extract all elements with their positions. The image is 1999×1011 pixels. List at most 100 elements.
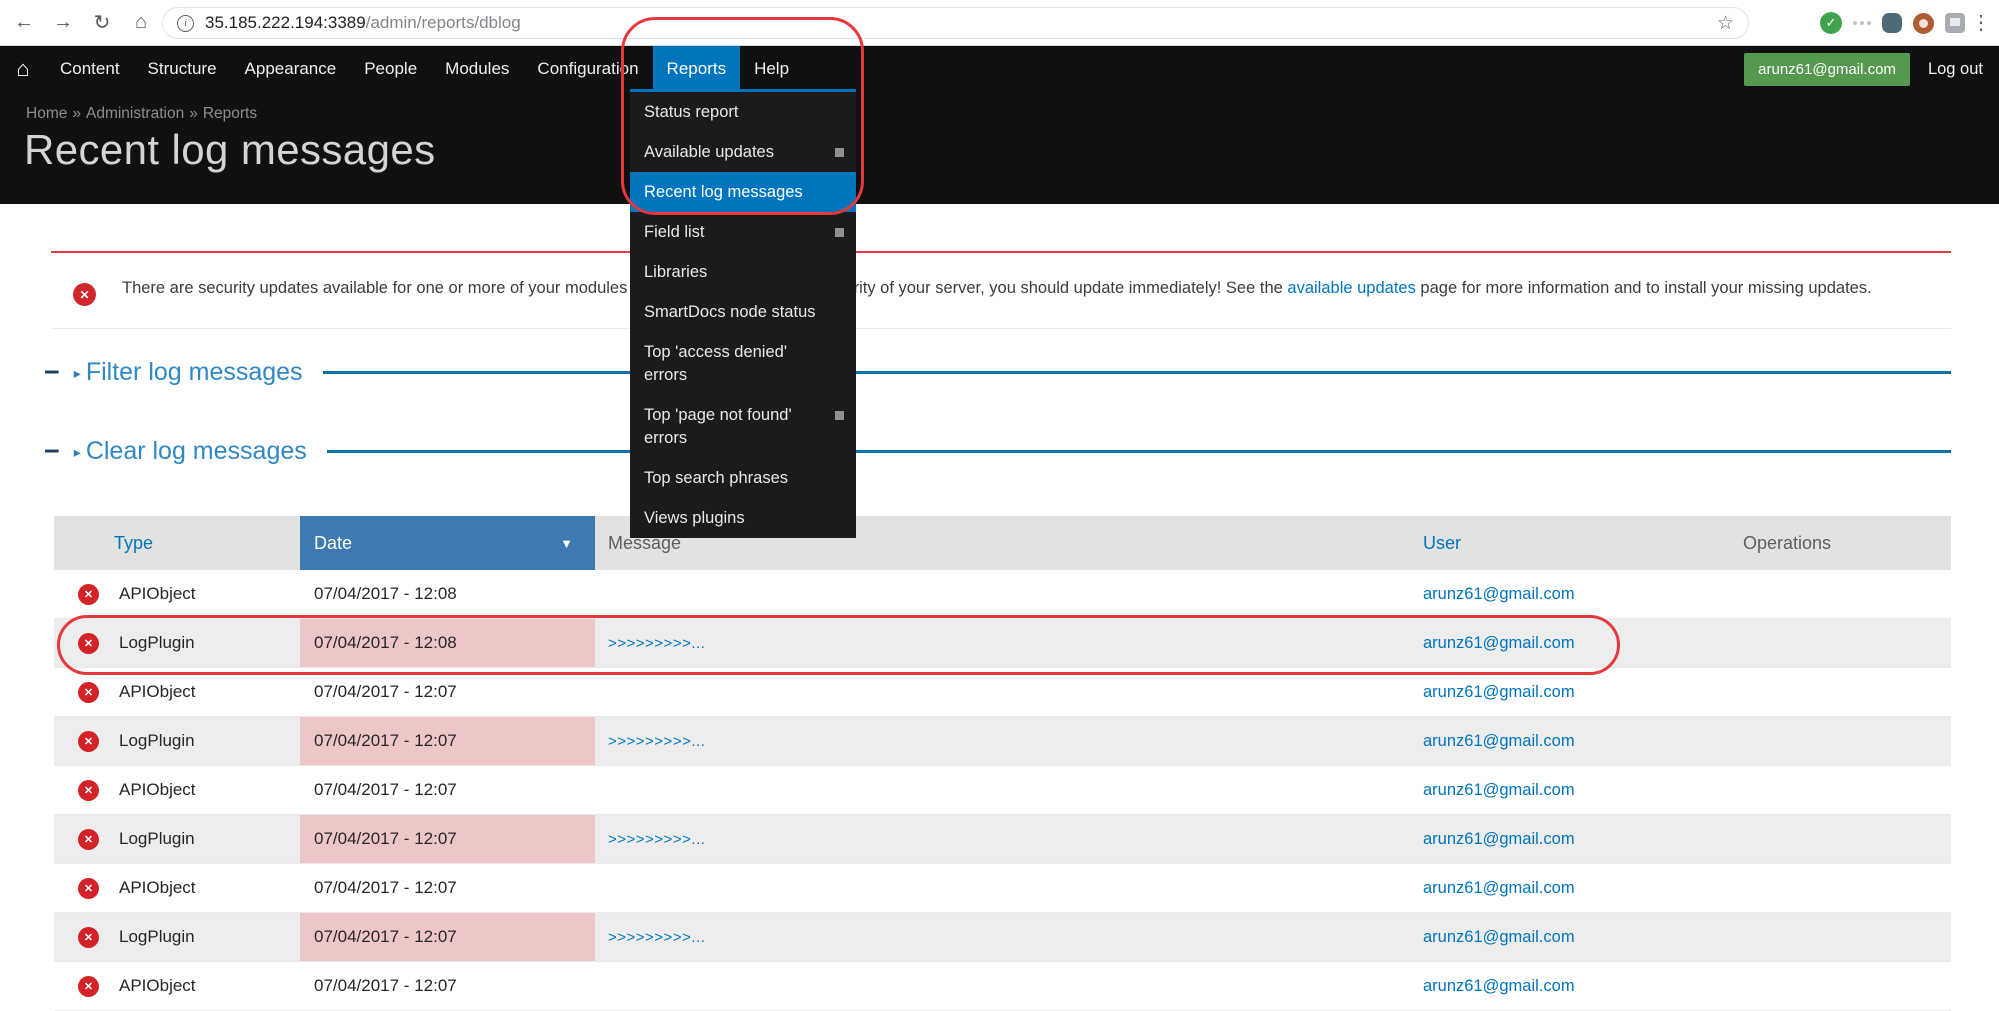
column-header-date[interactable]: Date▼ <box>300 516 595 570</box>
toolbar-item-configuration[interactable]: Configuration <box>523 46 652 92</box>
menu-item-smartdocs-node-status[interactable]: SmartDocs node status <box>630 292 856 332</box>
log-row: ✕LogPlugin07/04/2017 - 12:07>>>>>>>>>...… <box>54 815 1951 864</box>
cell-date: 07/04/2017 - 12:07 <box>300 913 595 961</box>
toolbar-item-reports[interactable]: Reports <box>653 46 741 92</box>
fieldset-rule <box>327 450 1951 453</box>
user-link[interactable]: arunz61@gmail.com <box>1423 732 1575 751</box>
type-label: APIObject <box>119 584 196 604</box>
log-table-body: ✕APIObject07/04/2017 - 12:08arunz61@gmai… <box>54 570 1951 1011</box>
toolbar-item-appearance[interactable]: Appearance <box>231 46 351 92</box>
cell-message: >>>>>>>>>... <box>595 913 1420 961</box>
user-link[interactable]: arunz61@gmail.com <box>1423 928 1575 947</box>
message-link[interactable]: >>>>>>>>>... <box>608 929 705 946</box>
error-icon: ✕ <box>78 731 99 752</box>
browser-menu-icon[interactable]: ⋮ <box>1971 13 1991 33</box>
extensions-area: ✓ <box>1820 0 1965 46</box>
user-link[interactable]: arunz61@gmail.com <box>1423 830 1575 849</box>
error-icon: ✕ <box>78 682 99 703</box>
cell-operations <box>1740 864 1951 912</box>
toolbar-item-content[interactable]: Content <box>46 46 134 92</box>
toolbar-item-people[interactable]: People <box>350 46 431 92</box>
user-account-button[interactable]: arunz61@gmail.com <box>1744 53 1910 86</box>
address-bar[interactable]: i 35.185.222.194:3389/admin/reports/dblo… <box>162 7 1749 39</box>
log-row: ✕APIObject07/04/2017 - 12:07arunz61@gmai… <box>54 864 1951 913</box>
admin-menu: ContentStructureAppearancePeopleModulesC… <box>46 46 803 92</box>
clear-fieldset-legend[interactable]: ▸Clear log messages <box>74 437 307 466</box>
reload-icon[interactable]: ↻ <box>87 8 117 38</box>
extension-monitor-icon[interactable] <box>1945 13 1965 33</box>
back-icon[interactable]: ← <box>9 8 39 38</box>
cell-type: ✕APIObject <box>54 570 300 618</box>
column-header-type[interactable]: Type <box>54 516 300 570</box>
toolbar-item-modules[interactable]: Modules <box>431 46 523 92</box>
column-header-user[interactable]: User <box>1420 516 1740 570</box>
menu-item-recent-log-messages[interactable]: Recent log messages <box>630 172 856 212</box>
page-info-icon[interactable]: i <box>177 15 194 32</box>
user-link[interactable]: arunz61@gmail.com <box>1423 683 1575 702</box>
filter-legend-label: Filter log messages <box>86 358 303 387</box>
available-updates-link[interactable]: available updates <box>1287 279 1415 297</box>
collapse-dash-icon: − <box>44 359 60 386</box>
cell-operations <box>1740 717 1951 765</box>
user-link[interactable]: arunz61@gmail.com <box>1423 585 1575 604</box>
menu-item-badge <box>835 148 844 157</box>
bookmark-star-icon[interactable]: ☆ <box>1717 12 1734 35</box>
user-link[interactable]: arunz61@gmail.com <box>1423 879 1575 898</box>
menu-item-status-report[interactable]: Status report <box>630 92 856 132</box>
browser-home-icon[interactable]: ⌂ <box>126 8 156 38</box>
menu-item-views-plugins[interactable]: Views plugins <box>630 498 856 538</box>
message-link[interactable]: >>>>>>>>>... <box>608 733 705 750</box>
menu-item-top-page-not-found-errors[interactable]: Top 'page not found' errors <box>630 395 856 458</box>
menu-item-top-access-denied-errors[interactable]: Top 'access denied' errors <box>630 332 856 395</box>
forward-icon[interactable]: → <box>48 8 78 38</box>
type-label: APIObject <box>119 780 196 800</box>
cell-date: 07/04/2017 - 12:08 <box>300 619 595 667</box>
extension-dots-icon[interactable] <box>1853 21 1871 25</box>
breadcrumb: Home»Administration»Reports <box>26 105 257 123</box>
toolbar-item-help[interactable]: Help <box>740 46 803 92</box>
extension-check-icon[interactable]: ✓ <box>1820 12 1842 34</box>
user-link[interactable]: arunz61@gmail.com <box>1423 977 1575 996</box>
log-row: ✕LogPlugin07/04/2017 - 12:07>>>>>>>>>...… <box>54 717 1951 766</box>
cell-user: arunz61@gmail.com <box>1420 668 1740 716</box>
filter-fieldset-legend[interactable]: ▸Filter log messages <box>74 358 303 387</box>
user-link[interactable]: arunz61@gmail.com <box>1423 781 1575 800</box>
cell-date: 07/04/2017 - 12:07 <box>300 717 595 765</box>
extension-ring-icon[interactable] <box>1913 13 1934 34</box>
message-link[interactable]: >>>>>>>>>... <box>608 831 705 848</box>
cell-date: 07/04/2017 - 12:07 <box>300 962 595 1010</box>
cell-operations <box>1740 668 1951 716</box>
cell-type: ✕APIObject <box>54 962 300 1010</box>
menu-item-label: Field list <box>644 223 705 241</box>
cell-date: 07/04/2017 - 12:07 <box>300 668 595 716</box>
breadcrumb-separator: » <box>189 105 198 122</box>
breadcrumb-home[interactable]: Home <box>26 105 67 122</box>
breadcrumb-reports[interactable]: Reports <box>203 105 257 122</box>
cell-message <box>595 864 1420 912</box>
menu-item-top-search-phrases[interactable]: Top search phrases <box>630 458 856 498</box>
cell-operations <box>1740 619 1951 667</box>
type-label: LogPlugin <box>119 829 195 849</box>
menu-item-available-updates[interactable]: Available updates <box>630 132 856 172</box>
menu-item-label: Views plugins <box>644 509 745 527</box>
cell-message <box>595 962 1420 1010</box>
log-row: ✕APIObject07/04/2017 - 12:07arunz61@gmai… <box>54 668 1951 717</box>
cell-operations <box>1740 815 1951 863</box>
logout-link[interactable]: Log out <box>1928 60 1983 79</box>
cell-user: arunz61@gmail.com <box>1420 619 1740 667</box>
breadcrumb-administration[interactable]: Administration <box>86 105 184 122</box>
menu-item-label: Recent log messages <box>644 183 803 201</box>
cell-date: 07/04/2017 - 12:07 <box>300 864 595 912</box>
menu-item-field-list[interactable]: Field list <box>630 212 856 252</box>
url-text: 35.185.222.194:3389/admin/reports/dblog <box>205 13 521 33</box>
cell-message: >>>>>>>>>... <box>595 717 1420 765</box>
cell-user: arunz61@gmail.com <box>1420 815 1740 863</box>
menu-item-libraries[interactable]: Libraries <box>630 252 856 292</box>
message-link[interactable]: >>>>>>>>>... <box>608 635 705 652</box>
cell-message <box>595 766 1420 814</box>
menu-item-label: SmartDocs node status <box>644 303 816 321</box>
toolbar-item-structure[interactable]: Structure <box>134 46 231 92</box>
extension-icon-3[interactable] <box>1882 13 1902 33</box>
user-link[interactable]: arunz61@gmail.com <box>1423 634 1575 653</box>
admin-home-icon[interactable]: ⌂ <box>0 46 46 92</box>
